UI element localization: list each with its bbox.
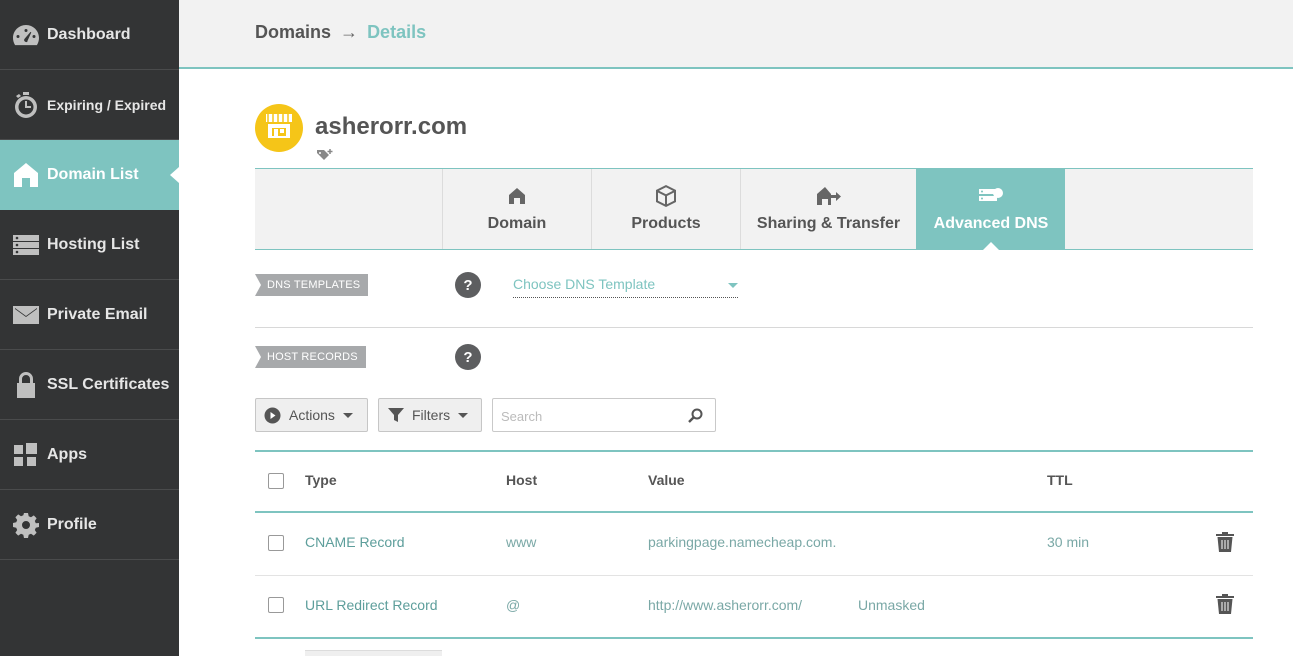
box-icon bbox=[656, 185, 676, 207]
storefront-icon bbox=[265, 113, 293, 144]
lock-icon bbox=[12, 371, 40, 399]
row-checkbox[interactable] bbox=[268, 597, 284, 613]
sidebar-item-label: Private Email bbox=[47, 305, 148, 323]
breadcrumb-separator: → bbox=[340, 22, 359, 42]
envelope-icon bbox=[12, 301, 40, 329]
sidebar-item-ssl-certificates[interactable]: SSL Certificates bbox=[0, 350, 179, 420]
domain-tabs: Domain Products Sharing & Transfer Advan… bbox=[255, 168, 1253, 250]
speedometer-icon bbox=[12, 21, 40, 49]
sidebar-item-label: Hosting List bbox=[47, 235, 140, 253]
transfer-icon bbox=[816, 185, 841, 207]
dns-server-icon bbox=[979, 185, 1003, 207]
domain-title: asherorr.com bbox=[315, 113, 468, 140]
sidebar-item-profile[interactable]: Profile bbox=[0, 490, 179, 560]
host-records-help-button[interactable]: ? bbox=[455, 344, 481, 370]
sidebar-item-private-email[interactable]: Private Email bbox=[0, 280, 179, 350]
breadcrumb-domains-link[interactable]: Domains bbox=[255, 22, 331, 42]
breadcrumb: Domains → Details bbox=[255, 22, 426, 43]
row-checkbox[interactable] bbox=[268, 535, 284, 551]
tab-label: Sharing & Transfer bbox=[756, 215, 901, 232]
tab-products[interactable]: Products bbox=[591, 169, 740, 249]
server-icon bbox=[12, 231, 40, 259]
sidebar-item-label: SSL Certificates bbox=[47, 375, 170, 393]
tab-label: Products bbox=[631, 215, 701, 232]
table-bottom-border bbox=[255, 637, 1253, 639]
search-icon[interactable] bbox=[688, 408, 703, 428]
column-header-type[interactable]: Type bbox=[305, 472, 337, 488]
sidebar-item-label: Domain List bbox=[47, 165, 139, 183]
column-header-value[interactable]: Value bbox=[648, 472, 685, 488]
table-top-border bbox=[255, 450, 1253, 452]
column-header-ttl[interactable]: TTL bbox=[1047, 472, 1073, 488]
tab-label: Advanced DNS bbox=[933, 215, 1049, 232]
trash-icon[interactable] bbox=[1216, 594, 1234, 614]
row-divider bbox=[255, 575, 1253, 576]
record-host[interactable]: www bbox=[506, 534, 536, 550]
breadcrumb-current: Details bbox=[367, 22, 427, 42]
chevron-down-icon bbox=[458, 412, 469, 418]
record-type[interactable]: CNAME Record bbox=[305, 534, 405, 550]
actions-dropdown-button[interactable]: Actions bbox=[255, 398, 368, 432]
tab-label: Domain bbox=[487, 215, 547, 232]
dns-template-select-value: Choose DNS Template bbox=[513, 276, 656, 292]
select-all-checkbox[interactable] bbox=[268, 473, 284, 489]
dns-templates-help-button[interactable]: ? bbox=[455, 272, 481, 298]
record-value[interactable]: http://www.asherorr.com/ bbox=[648, 597, 802, 613]
add-record-button[interactable] bbox=[305, 650, 442, 656]
home-icon bbox=[12, 161, 40, 189]
sidebar-item-label: Profile bbox=[47, 515, 97, 533]
sidebar-item-hosting-list[interactable]: Hosting List bbox=[0, 210, 179, 280]
section-divider bbox=[255, 327, 1253, 328]
gear-icon bbox=[12, 511, 40, 539]
column-header-host[interactable]: Host bbox=[506, 472, 537, 488]
apps-grid-icon bbox=[12, 441, 40, 469]
tab-sharing-transfer[interactable]: Sharing & Transfer bbox=[740, 169, 916, 249]
record-ttl[interactable]: 30 min bbox=[1047, 534, 1089, 550]
record-redirect-type[interactable]: Unmasked bbox=[858, 597, 925, 613]
sidebar-item-domain-list[interactable]: Domain List bbox=[0, 140, 179, 210]
filter-funnel-icon bbox=[388, 407, 404, 423]
sidebar-item-apps[interactable]: Apps bbox=[0, 420, 179, 490]
search-input[interactable] bbox=[501, 406, 681, 426]
sidebar-item-label: Dashboard bbox=[47, 25, 131, 43]
record-host[interactable]: @ bbox=[506, 597, 520, 613]
trash-icon[interactable] bbox=[1216, 532, 1234, 552]
play-circle-icon bbox=[264, 407, 281, 424]
actions-label: Actions bbox=[289, 407, 335, 423]
add-tag-icon[interactable] bbox=[316, 148, 334, 162]
filters-label: Filters bbox=[412, 407, 451, 423]
chevron-down-icon bbox=[728, 283, 738, 288]
chevron-down-icon bbox=[342, 412, 353, 418]
host-records-label: HOST RECORDS bbox=[255, 346, 366, 368]
tab-advanced-dns[interactable]: Advanced DNS bbox=[916, 169, 1065, 250]
tab-domain[interactable]: Domain bbox=[442, 169, 591, 249]
domain-avatar bbox=[255, 104, 303, 152]
sidebar-item-expiring[interactable]: Expiring / Expired bbox=[0, 70, 179, 140]
dns-template-select[interactable]: Choose DNS Template bbox=[513, 276, 738, 298]
sidebar-item-label: Apps bbox=[47, 445, 87, 463]
sidebar-item-dashboard[interactable]: Dashboard bbox=[0, 0, 179, 70]
stopwatch-icon bbox=[12, 91, 40, 119]
search-box bbox=[492, 398, 716, 432]
sidebar: Dashboard Expiring / Expired Domain List… bbox=[0, 0, 179, 656]
dns-templates-label: DNS TEMPLATES bbox=[255, 274, 369, 296]
home-icon bbox=[509, 185, 525, 207]
record-type[interactable]: URL Redirect Record bbox=[305, 597, 438, 613]
table-header-border bbox=[255, 511, 1253, 513]
filters-dropdown-button[interactable]: Filters bbox=[378, 398, 482, 432]
record-value[interactable]: parkingpage.namecheap.com. bbox=[648, 534, 836, 550]
top-bar: Domains → Details bbox=[179, 0, 1293, 69]
sidebar-item-label: Expiring / Expired bbox=[47, 96, 167, 113]
